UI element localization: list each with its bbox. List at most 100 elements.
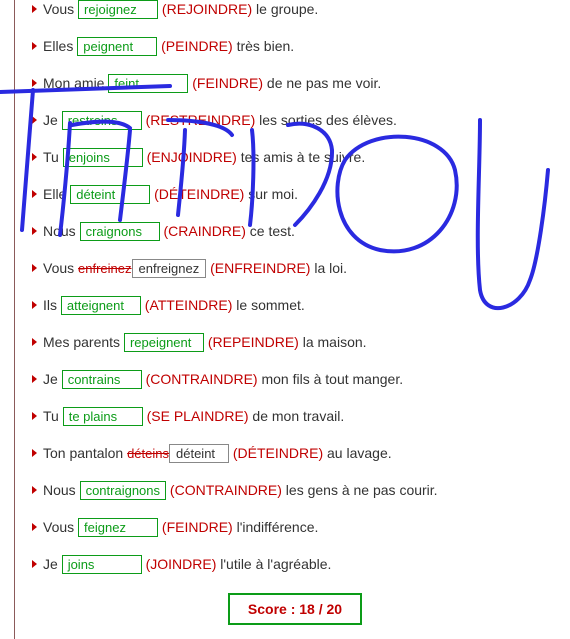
caret-icon — [32, 153, 37, 161]
exercise-row: Tu te plains (SE PLAINDRE) de mon travai… — [20, 398, 570, 435]
sentence-post: les gens à ne pas courir. — [282, 482, 438, 498]
sentence-pre: Nous — [43, 223, 80, 239]
sentence-post: très bien. — [233, 38, 294, 54]
infinitive-verb: (DÉTEINDRE) — [154, 186, 244, 202]
sentence-pre: Je — [43, 556, 62, 572]
sentence-post: la loi. — [310, 260, 347, 276]
infinitive-verb: (FEINDRE) — [162, 519, 233, 535]
sentence-pre: Mon amie — [43, 75, 108, 91]
exercise-row: Nous contraignons (CONTRAINDRE) les gens… — [20, 472, 570, 509]
wrong-answer: déteins — [127, 446, 169, 461]
sentence-pre: Vous — [43, 1, 78, 17]
infinitive-verb: (SE PLAINDRE) — [147, 408, 249, 424]
exercise-row: Ton pantalon déteinsdéteint (DÉTEINDRE) … — [20, 435, 570, 472]
sentence-pre: Elle — [43, 186, 70, 202]
sentence-pre: Vous — [43, 260, 78, 276]
caret-icon — [32, 338, 37, 346]
infinitive-verb: (ENJOINDRE) — [147, 149, 237, 165]
sentence-post: mon fils à tout manger. — [258, 371, 404, 387]
infinitive-verb: (FEINDRE) — [192, 75, 263, 91]
sentence-pre: Je — [43, 371, 62, 387]
sentence-post: le groupe. — [252, 1, 318, 17]
infinitive-verb: (REJOINDRE) — [162, 1, 252, 17]
caret-icon — [32, 486, 37, 494]
sentence-post: sur moi. — [244, 186, 298, 202]
sentence-post: l'indifférence. — [233, 519, 319, 535]
sentence-pre: Nous — [43, 482, 80, 498]
answer-box: enjoins — [63, 148, 143, 167]
infinitive-verb: (CRAINDRE) — [163, 223, 245, 239]
infinitive-verb: (REPEINDRE) — [208, 334, 299, 350]
caret-icon — [32, 449, 37, 457]
correction-box: enfreignez — [132, 259, 207, 278]
answer-box: joins — [62, 555, 142, 574]
answer-box: feint — [108, 74, 188, 93]
exercise-row: Nous craignons (CRAINDRE) ce test. — [20, 213, 570, 250]
score-container: Score : 18 / 20 — [20, 583, 570, 639]
answer-box: atteignent — [61, 296, 141, 315]
caret-icon — [32, 412, 37, 420]
score-badge: Score : 18 / 20 — [228, 593, 362, 625]
sentence-pre: Elles — [43, 38, 77, 54]
exercise-row: Vous enfreinezenfreignez (ENFREINDRE) la… — [20, 250, 570, 287]
caret-icon — [32, 116, 37, 124]
answer-box: déteint — [70, 185, 150, 204]
sentence-post: de mon travail. — [249, 408, 345, 424]
caret-icon — [32, 190, 37, 198]
caret-icon — [32, 5, 37, 13]
exercise-row: Vous rejoignez (REJOINDRE) le groupe. — [20, 0, 570, 28]
answer-box: repeignent — [124, 333, 204, 352]
answer-box: rejoignez — [78, 0, 158, 19]
sentence-pre: Je — [43, 112, 62, 128]
sentence-post: l'utile à l'agréable. — [216, 556, 331, 572]
answer-box: contrains — [62, 370, 142, 389]
caret-icon — [32, 301, 37, 309]
exercise-row: Je joins (JOINDRE) l'utile à l'agréable. — [20, 546, 570, 583]
caret-icon — [32, 264, 37, 272]
infinitive-verb: (RESTREINDRE) — [146, 112, 256, 128]
sentence-post: de ne pas me voir. — [263, 75, 381, 91]
sentence-pre: Ils — [43, 297, 61, 313]
infinitive-verb: (JOINDRE) — [146, 556, 217, 572]
answer-box: te plains — [63, 407, 143, 426]
exercise-row: Je contrains (CONTRAINDRE) mon fils à to… — [20, 361, 570, 398]
exercise-row: Mon amie feint (FEINDRE) de ne pas me vo… — [20, 65, 570, 102]
caret-icon — [32, 42, 37, 50]
sentence-post: la maison. — [299, 334, 367, 350]
exercise-row: Ils atteignent (ATTEINDRE) le sommet. — [20, 287, 570, 324]
infinitive-verb: (ENFREINDRE) — [210, 260, 310, 276]
answer-box: peignent — [77, 37, 157, 56]
exercise-row: Vous feignez (FEINDRE) l'indifférence. — [20, 509, 570, 546]
sentence-post: le sommet. — [232, 297, 304, 313]
sentence-pre: Tu — [43, 149, 63, 165]
infinitive-verb: (PEINDRE) — [161, 38, 233, 54]
answer-box: craignons — [80, 222, 160, 241]
sentence-pre: Ton pantalon — [43, 445, 127, 461]
sentence-pre: Tu — [43, 408, 63, 424]
wrong-answer: enfreinez — [78, 261, 131, 276]
sentence-pre: Mes parents — [43, 334, 124, 350]
caret-icon — [32, 375, 37, 383]
sentence-post: ce test. — [246, 223, 295, 239]
infinitive-verb: (CONTRAINDRE) — [170, 482, 282, 498]
answer-box: contraignons — [80, 481, 166, 500]
sentence-pre: Vous — [43, 519, 78, 535]
infinitive-verb: (CONTRAINDRE) — [146, 371, 258, 387]
sentence-post: les sorties des élèves. — [255, 112, 397, 128]
answer-box: feignez — [78, 518, 158, 537]
caret-icon — [32, 560, 37, 568]
correction-box: déteint — [169, 444, 229, 463]
exercise-row: Je restreins (RESTREINDRE) les sorties d… — [20, 102, 570, 139]
exercise-row: Tu enjoins (ENJOINDRE) tes amis à te sui… — [20, 139, 570, 176]
caret-icon — [32, 227, 37, 235]
answer-box: restreins — [62, 111, 142, 130]
exercise-row: Mes parents repeignent (REPEINDRE) la ma… — [20, 324, 570, 361]
exercise-row: Elle déteint (DÉTEINDRE) sur moi. — [20, 176, 570, 213]
infinitive-verb: (ATTEINDRE) — [145, 297, 233, 313]
sentence-post: tes amis à te suivre. — [237, 149, 365, 165]
caret-icon — [32, 523, 37, 531]
exercise-row: Elles peignent (PEINDRE) très bien. — [20, 28, 570, 65]
exercise-container: Vous rejoignez (REJOINDRE) le groupe.Ell… — [14, 0, 570, 639]
infinitive-verb: (DÉTEINDRE) — [233, 445, 323, 461]
sentence-post: au lavage. — [323, 445, 392, 461]
